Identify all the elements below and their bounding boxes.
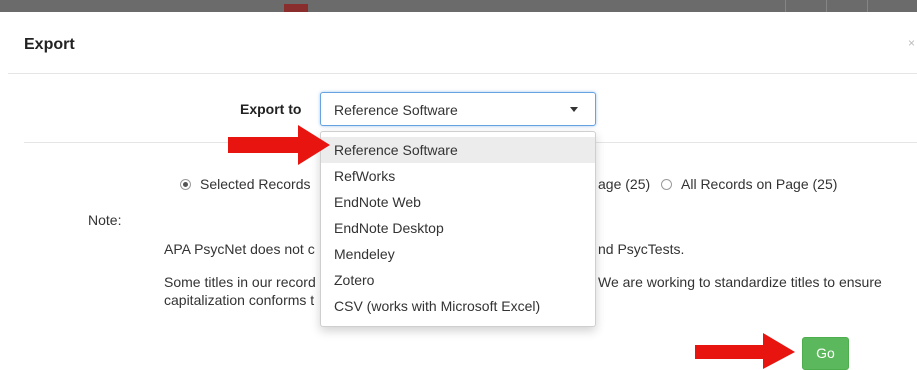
topbar-divider: [826, 0, 827, 12]
go-button[interactable]: Go: [802, 337, 849, 370]
close-icon[interactable]: ×: [908, 36, 915, 50]
note-label: Note:: [88, 212, 122, 228]
red-arrow-icon: [228, 125, 330, 165]
note-line-3-left: capitalization conforms t: [164, 292, 315, 308]
export-to-value: Reference Software: [334, 102, 458, 118]
export-to-select[interactable]: Reference Software: [320, 92, 596, 126]
note-line-1-left: APA PsycNet does not c: [164, 241, 315, 257]
radio-all-records[interactable]: All Records on Page (25): [661, 176, 837, 192]
radio-circle-icon[interactable]: [661, 179, 672, 190]
caret-down-icon: [570, 107, 578, 112]
selected-records-label: Selected Records: [200, 176, 311, 192]
option-zotero[interactable]: Zotero: [321, 267, 595, 293]
modal-title: Export: [24, 36, 75, 53]
option-csv[interactable]: CSV (works with Microsoft Excel): [321, 293, 595, 319]
red-arrow-icon: [695, 333, 795, 369]
note-line-2-left: Some titles in our record: [164, 274, 316, 290]
radio-dot-icon[interactable]: [180, 179, 191, 190]
export-to-dropdown: Reference Software RefWorks EndNote Web …: [320, 131, 596, 327]
tab-thumbnail: [284, 4, 308, 12]
option-endnote-desktop[interactable]: EndNote Desktop: [321, 215, 595, 241]
all-records-label: All Records on Page (25): [681, 176, 838, 192]
topbar-divider: [867, 0, 868, 12]
header-divider: [8, 73, 917, 74]
radio-selected-records[interactable]: Selected Records: [180, 176, 311, 192]
note-line-2-right: We are working to standardize titles to …: [598, 274, 882, 290]
option-mendeley[interactable]: Mendeley: [321, 241, 595, 267]
option-endnote-web[interactable]: EndNote Web: [321, 189, 595, 215]
topbar-divider: [785, 0, 786, 12]
radio-page-partial[interactable]: age (25): [598, 176, 650, 192]
option-refworks[interactable]: RefWorks: [321, 163, 595, 189]
note-line-1-right: nd PsycTests.: [598, 241, 685, 257]
top-bar: [0, 0, 917, 12]
option-reference-software[interactable]: Reference Software: [321, 137, 595, 163]
export-to-label: Export to: [240, 101, 302, 117]
page-partial-label: age (25): [598, 176, 651, 192]
